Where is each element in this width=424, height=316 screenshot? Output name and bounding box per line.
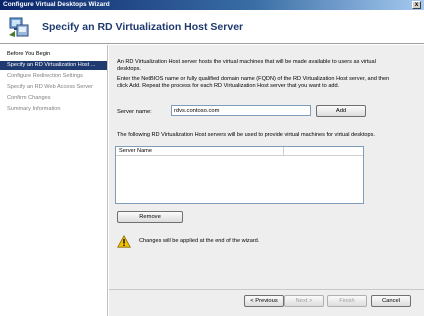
warning-text: Changes will be applied at the end of th… [139,238,260,244]
server-name-input[interactable] [171,105,311,116]
warning-icon [117,235,131,248]
list-intro-text: The following RD Virtualization Host ser… [117,132,375,138]
page-title: Specify an RD Virtualization Host Server [42,21,244,33]
add-button[interactable]: Add [316,105,366,117]
computer-wizard-icon [9,17,29,37]
wizard-header: Specify an RD Virtualization Host Server [0,10,424,44]
column-server-name[interactable]: Server Name [116,147,284,155]
nav-item-before-you-begin[interactable]: Before You Begin [0,50,107,59]
next-button: Next > [284,295,324,307]
server-list-header: Server Name [116,147,363,156]
intro-text: An RD Virtualization Host server hosts t… [117,59,376,72]
server-list[interactable]: Server Name [115,146,364,204]
cancel-button[interactable]: Cancel [371,295,411,307]
nav-item-confirm: Confirm Changes [7,95,51,101]
server-name-label: Server name: [117,109,152,115]
window-title: Configure Virtual Desktops Wizard [3,1,110,8]
previous-button[interactable]: < Previous [244,295,284,307]
nav-item-web-access: Specify an RD Web Access Server [7,84,94,90]
nav-item-virtualization-host[interactable]: Specify an RD Virtualization Host ... [0,61,107,70]
nav-item-redirection: Configure Redirection Settings [7,73,83,79]
wizard-nav: Before You Begin Specify an RD Virtualiz… [0,45,108,316]
close-button[interactable]: x [412,1,421,9]
window-titlebar: Configure Virtual Desktops Wizard x [0,0,424,10]
footer-divider [109,289,424,290]
main-content: An RD Virtualization Host server hosts t… [109,45,424,316]
remove-button[interactable]: Remove [117,211,183,223]
instructions-text: Enter the NetBIOS name or fully qualifie… [117,76,390,89]
finish-button: Finish [327,295,367,307]
nav-item-summary: Summary Information [7,106,61,112]
